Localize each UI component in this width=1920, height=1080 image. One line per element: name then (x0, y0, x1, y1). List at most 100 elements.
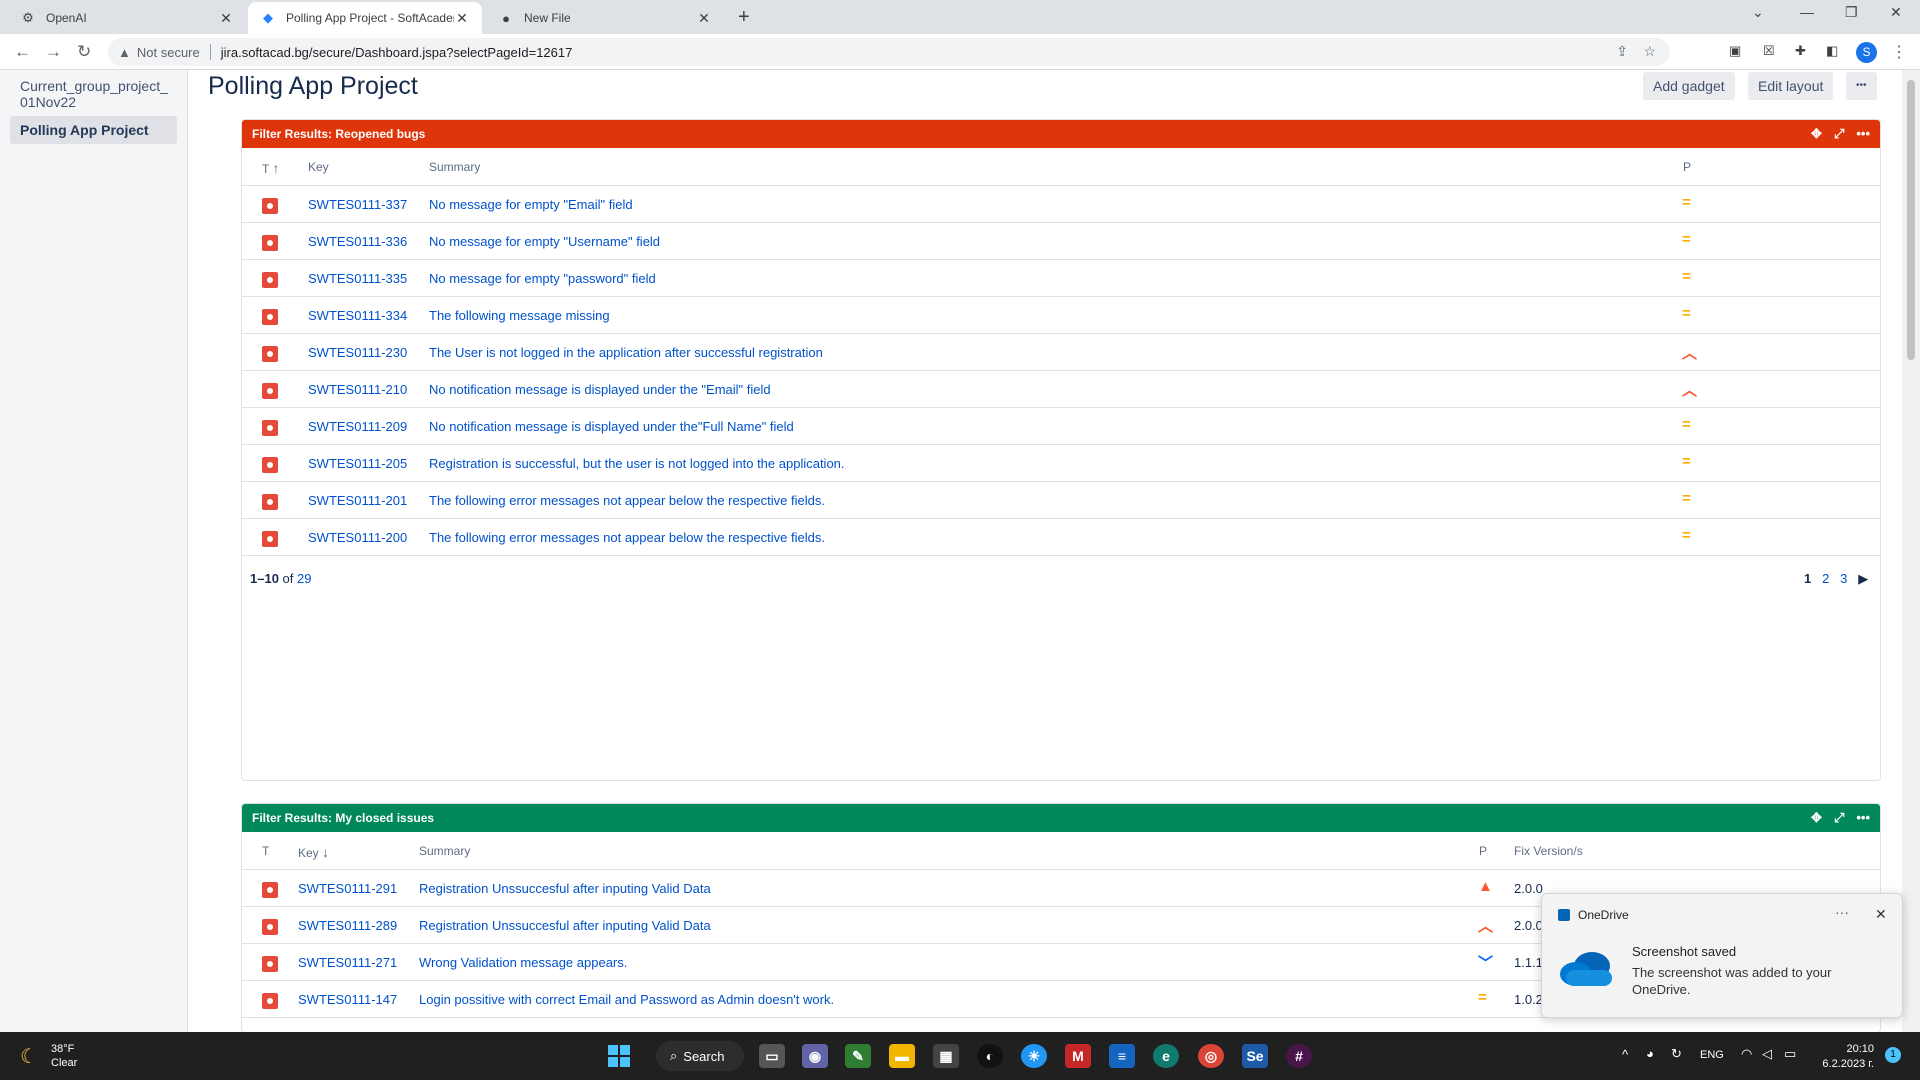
issue-key-link[interactable]: SWTES0111-147 (298, 992, 397, 1007)
issue-key-link[interactable]: SWTES0111-291 (298, 881, 397, 896)
fix-version[interactable]: 1.1.1 (1514, 955, 1543, 970)
table-row[interactable]: SWTES0111-209 No notification message is … (242, 408, 1880, 445)
issue-summary-link[interactable]: No notification message is displayed und… (429, 419, 794, 434)
mcafee-icon[interactable]: M (1065, 1044, 1091, 1068)
col-type[interactable]: T ↑ (262, 160, 279, 176)
extension-x-icon[interactable]: ☒ (1763, 43, 1775, 59)
col-priority[interactable]: P (1479, 844, 1487, 858)
close-icon[interactable]: ✕ (218, 10, 234, 27)
table-row[interactable]: SWTES0111-230 The User is not logged in t… (242, 334, 1880, 371)
col-type[interactable]: T (262, 844, 269, 858)
ms-store-icon[interactable]: ▦ (933, 1044, 959, 1068)
issue-key-link[interactable]: SWTES0111-337 (308, 197, 407, 212)
col-summary[interactable]: Summary (419, 844, 470, 858)
windows-start-icon[interactable] (607, 1044, 631, 1068)
notification-badge[interactable]: 1 (1885, 1047, 1901, 1063)
issue-key-link[interactable]: SWTES0111-289 (298, 918, 397, 933)
wifi-icon[interactable]: ◠ (1741, 1046, 1752, 1062)
issue-summary-link[interactable]: The User is not logged in the applicatio… (429, 345, 823, 360)
share-icon[interactable]: ⇪ (1616, 43, 1628, 60)
issue-key-link[interactable]: SWTES0111-201 (308, 493, 407, 508)
fix-version[interactable]: 2.0.0 (1514, 918, 1543, 933)
taskbar-search[interactable]: ⌕ Search (656, 1041, 744, 1071)
gadget-menu-icon[interactable]: ••• (1856, 126, 1870, 142)
edge-icon[interactable]: e (1153, 1044, 1179, 1068)
slack-icon[interactable]: # (1286, 1044, 1312, 1068)
issue-key-link[interactable]: SWTES0111-200 (308, 530, 407, 545)
new-tab-icon[interactable]: + (738, 6, 750, 29)
reload-icon[interactable]: ↻ (77, 42, 91, 62)
issue-summary-link[interactable]: The following error messages not appear … (429, 493, 825, 508)
table-row[interactable]: SWTES0111-205 Registration is successful,… (242, 445, 1880, 482)
issue-summary-link[interactable]: Login possitive with correct Email and P… (419, 992, 834, 1007)
notepad-plus-icon[interactable]: ✎ (845, 1044, 871, 1068)
tab-openai[interactable]: ⚙ OpenAI ✕ (8, 2, 246, 34)
col-key[interactable]: Key ↓ (298, 844, 329, 860)
side-panel-icon[interactable]: ◧ (1826, 43, 1838, 59)
col-summary[interactable]: Summary (429, 160, 480, 174)
issue-summary-link[interactable]: Wrong Validation message appears. (419, 955, 627, 970)
page-3[interactable]: 3 (1840, 571, 1847, 586)
tray-sync-icon[interactable]: ↻ (1671, 1046, 1682, 1062)
profile-avatar[interactable]: S (1856, 42, 1877, 63)
language-indicator[interactable]: ENG (1700, 1049, 1724, 1061)
tray-chevron-icon[interactable]: ^ (1622, 1047, 1628, 1062)
omnibox[interactable]: ▲ Not secure jira.softacad.bg/secure/Das… (108, 38, 1670, 66)
forward-icon[interactable]: → (45, 42, 62, 62)
scrollbar-thumb[interactable] (1907, 80, 1915, 360)
notepad-icon[interactable]: ≡ (1109, 1044, 1135, 1068)
teams-chat-icon[interactable]: ◉ (802, 1044, 828, 1068)
url-text[interactable]: jira.softacad.bg/secure/Dashboard.jspa?s… (221, 45, 573, 60)
issue-key-link[interactable]: SWTES0111-230 (308, 345, 407, 360)
next-page-icon[interactable]: ▶ (1858, 571, 1868, 586)
add-gadget-button[interactable]: Add gadget (1643, 72, 1735, 100)
tab-polling-app[interactable]: ◆ Polling App Project - SoftAcadem ✕ (248, 2, 482, 34)
weather-widget[interactable]: 38°F Clear (51, 1042, 77, 1070)
extension-icon[interactable]: ▣ (1729, 43, 1741, 59)
menu-kebab-icon[interactable]: ⋮ (1891, 42, 1907, 62)
issue-key-link[interactable]: SWTES0111-271 (298, 955, 397, 970)
sidebar-item-current-group[interactable]: Current_group_project_ 01Nov22 (20, 78, 168, 110)
table-row[interactable]: SWTES0111-210 No notification message is … (242, 371, 1880, 408)
onedrive-notification[interactable]: OneDrive ··· ✕ Screenshot saved The scre… (1541, 893, 1903, 1018)
table-row[interactable]: SWTES0111-200 The following error message… (242, 519, 1880, 556)
maximize-icon[interactable]: ⤢ (1834, 126, 1844, 142)
selenium-icon[interactable]: Se (1242, 1044, 1268, 1068)
toast-close-icon[interactable]: ✕ (1875, 906, 1887, 923)
minimize-icon[interactable]: — (1800, 4, 1814, 20)
gadget-menu-icon[interactable]: ••• (1856, 810, 1870, 826)
gadget-header[interactable]: Filter Results: Reopened bugs ✥ ⤢ ••• (242, 120, 1880, 148)
move-icon[interactable]: ✥ (1811, 810, 1822, 826)
issue-summary-link[interactable]: Registration is successful, but the user… (429, 456, 845, 471)
col-fix-version[interactable]: Fix Version/s (1514, 844, 1583, 858)
col-priority[interactable]: P (1683, 160, 1691, 174)
back-icon[interactable]: ← (14, 42, 31, 62)
gadget-header[interactable]: Filter Results: My closed issues ✥ ⤢ ••• (242, 804, 1880, 832)
github-desktop-icon[interactable]: ◐ (977, 1044, 1003, 1068)
table-row[interactable]: SWTES0111-335 No message for empty "passw… (242, 260, 1880, 297)
page-scrollbar[interactable] (1902, 70, 1920, 1032)
issue-summary-link[interactable]: The following error messages not appear … (429, 530, 825, 545)
table-row[interactable]: SWTES0111-201 The following error message… (242, 482, 1880, 519)
issue-summary-link[interactable]: No message for empty "Email" field (429, 197, 633, 212)
file-explorer-icon[interactable]: ▬ (889, 1044, 915, 1068)
table-row[interactable]: SWTES0111-337 No message for empty "Email… (242, 186, 1880, 223)
toast-more-icon[interactable]: ··· (1835, 904, 1849, 920)
table-row[interactable]: SWTES0111-336 No message for empty "Usern… (242, 223, 1880, 260)
table-row[interactable]: SWTES0111-334 The following message missi… (242, 297, 1880, 334)
move-icon[interactable]: ✥ (1811, 126, 1822, 142)
sidebar-item-polling-app[interactable]: Polling App Project (10, 116, 177, 144)
issue-summary-link[interactable]: The following message missing (429, 308, 610, 323)
issue-key-link[interactable]: SWTES0111-209 (308, 419, 407, 434)
fix-version[interactable]: 1.0.2 (1514, 992, 1543, 1007)
edit-layout-button[interactable]: Edit layout (1748, 72, 1834, 100)
tray-app-icon[interactable]: ◕ (1646, 1046, 1654, 1061)
chrome-icon[interactable]: ◎ (1198, 1044, 1224, 1068)
issue-key-link[interactable]: SWTES0111-205 (308, 456, 407, 471)
page-2[interactable]: 2 (1822, 571, 1829, 586)
task-view-icon[interactable]: ▭ (759, 1044, 785, 1068)
page-1[interactable]: 1 (1804, 571, 1811, 586)
issue-summary-link[interactable]: No message for empty "password" field (429, 271, 656, 286)
volume-icon[interactable]: ◁ (1762, 1046, 1772, 1062)
close-icon[interactable]: ✕ (454, 10, 470, 27)
